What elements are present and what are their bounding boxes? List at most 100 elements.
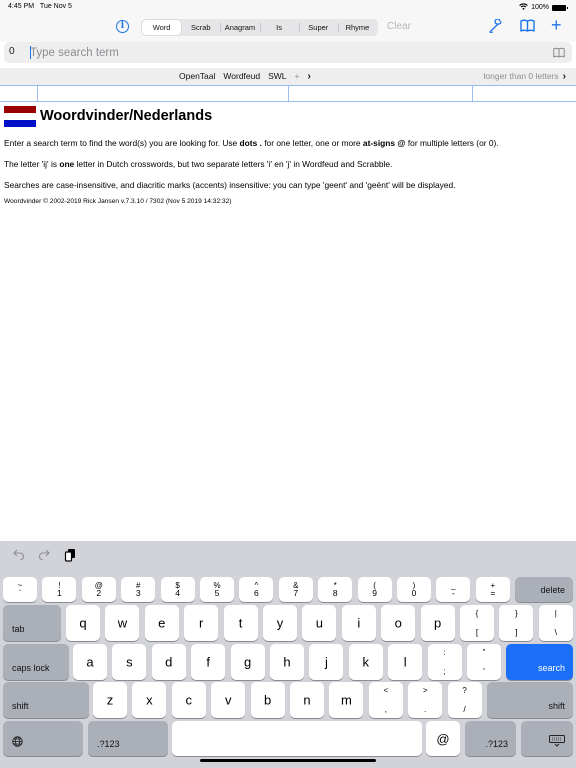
tab-key[interactable]: tab bbox=[3, 605, 61, 641]
segment-rhyme[interactable]: Rhyme bbox=[337, 20, 377, 35]
key-8[interactable]: * 8 bbox=[318, 577, 353, 602]
key-\[interactable]: | \ bbox=[538, 605, 573, 641]
key-x[interactable]: x bbox=[132, 682, 167, 718]
key-n[interactable]: n bbox=[290, 682, 324, 718]
key-t[interactable]: t bbox=[223, 605, 258, 641]
chevron-right-icon[interactable]: › bbox=[307, 71, 310, 81]
key-=[interactable]: + = bbox=[475, 577, 510, 602]
segment-is[interactable]: Is bbox=[259, 20, 299, 35]
segment-scrab[interactable]: Scrab bbox=[181, 20, 220, 35]
key-label: 1 bbox=[57, 588, 62, 598]
key-label: 9 bbox=[372, 588, 377, 598]
key-][interactable]: }] bbox=[499, 605, 534, 641]
key-q[interactable]: q bbox=[66, 605, 100, 641]
key-`[interactable]: ~ ` bbox=[3, 577, 37, 602]
list-opentaal[interactable]: OpenTaal bbox=[179, 71, 215, 81]
key-l[interactable]: l bbox=[388, 644, 423, 680]
key-j[interactable]: j bbox=[309, 644, 344, 680]
segment-anagram[interactable]: Anagram bbox=[220, 20, 259, 35]
key-p[interactable]: p bbox=[420, 605, 455, 641]
key-slash[interactable]: ? / bbox=[447, 682, 482, 718]
key-z[interactable]: z bbox=[93, 682, 127, 718]
key--[interactable]: _ - bbox=[436, 577, 471, 602]
search-input[interactable] bbox=[30, 44, 550, 61]
dictionary-icon[interactable] bbox=[553, 45, 566, 58]
numbers-label: .?123 bbox=[485, 739, 508, 749]
segment-super[interactable]: Super bbox=[298, 20, 338, 35]
redo-icon[interactable] bbox=[38, 549, 50, 563]
search-mode-segmented-control: Word Scrab Anagram Is Super Rhyme bbox=[141, 19, 378, 36]
globe-key[interactable] bbox=[3, 721, 83, 756]
shift-left-key[interactable]: shift bbox=[3, 682, 89, 718]
undo-icon[interactable] bbox=[13, 549, 25, 563]
key-6[interactable]: ^ 6 bbox=[239, 577, 274, 602]
key-o[interactable]: o bbox=[381, 605, 416, 641]
key-label: o bbox=[394, 615, 402, 631]
paste-icon[interactable] bbox=[64, 548, 76, 565]
key-u[interactable]: u bbox=[302, 605, 337, 641]
more-lists-button[interactable]: + bbox=[295, 71, 300, 81]
key-label: t bbox=[238, 615, 243, 631]
key-b[interactable]: b bbox=[250, 682, 285, 718]
plus-icon[interactable]: + bbox=[551, 16, 562, 34]
key-i[interactable]: i bbox=[341, 605, 376, 641]
key-comma[interactable]: <, bbox=[368, 682, 403, 718]
key-m[interactable]: m bbox=[329, 682, 364, 718]
key-a[interactable]: a bbox=[73, 644, 107, 680]
key-e[interactable]: e bbox=[144, 605, 179, 641]
list-wordfeud[interactable]: Wordfeud bbox=[223, 71, 260, 81]
key-k[interactable]: k bbox=[348, 644, 383, 680]
key-y[interactable]: y bbox=[263, 605, 297, 641]
key-semicolon[interactable]: :; bbox=[427, 644, 462, 680]
key-v[interactable]: v bbox=[211, 682, 246, 718]
space-key[interactable] bbox=[172, 721, 422, 756]
key-shift-label: | bbox=[554, 609, 557, 618]
key-f[interactable]: f bbox=[191, 644, 226, 680]
key-r[interactable]: r bbox=[184, 605, 219, 641]
at-label: @ bbox=[436, 731, 450, 746]
key-period[interactable]: >. bbox=[408, 682, 443, 718]
caps-lock-key[interactable]: caps lock bbox=[3, 644, 69, 680]
numbers-left-key[interactable]: .?123 bbox=[88, 721, 168, 756]
key-3[interactable]: #3 bbox=[121, 577, 156, 602]
key-label: d bbox=[165, 654, 173, 670]
book-icon[interactable] bbox=[520, 19, 535, 35]
key-shift-label: ? bbox=[462, 686, 467, 695]
keyboard-shortcuts-bar bbox=[0, 541, 576, 573]
info-circle-icon[interactable]: i bbox=[116, 20, 129, 33]
keyboard: ~ `! 1 @2 #3 $4% 5 ^ 6 & 7 * 8(9) 0 _ - + = delete tab q w e r t… bbox=[0, 541, 576, 768]
key-g[interactable]: g bbox=[230, 644, 265, 680]
search-key[interactable]: search bbox=[506, 644, 573, 680]
length-filter[interactable]: longer than 0 letters › bbox=[484, 71, 566, 81]
result-count: 0 bbox=[9, 46, 15, 57]
key-0[interactable]: ) 0 bbox=[397, 577, 431, 602]
list-swl[interactable]: SWL bbox=[268, 71, 286, 81]
key-c[interactable]: c bbox=[171, 682, 206, 718]
help-content: Woordvinder/Nederlands Enter a search te… bbox=[4, 104, 572, 205]
key-7[interactable]: & 7 bbox=[278, 577, 313, 602]
key-h[interactable]: h bbox=[270, 644, 304, 680]
key-d[interactable]: d bbox=[151, 644, 186, 680]
numbers-right-key[interactable]: .?123 bbox=[465, 721, 516, 756]
key-1[interactable]: ! 1 bbox=[42, 577, 77, 602]
wrench-icon[interactable] bbox=[489, 18, 503, 36]
key-5[interactable]: % 5 bbox=[200, 577, 234, 602]
key-label: 2 bbox=[96, 588, 102, 598]
key-label: c bbox=[185, 692, 193, 708]
key-2[interactable]: @2 bbox=[81, 577, 116, 602]
hide-keyboard-key[interactable] bbox=[521, 721, 573, 756]
segment-word[interactable]: Word bbox=[142, 20, 182, 35]
key-4[interactable]: $4 bbox=[160, 577, 195, 602]
length-filter-label: longer than 0 letters bbox=[483, 71, 559, 81]
shift-right-key[interactable]: shift bbox=[487, 682, 573, 718]
delete-key[interactable]: delete bbox=[515, 577, 573, 602]
key-9[interactable]: (9 bbox=[357, 577, 392, 602]
key-label: 4 bbox=[175, 588, 180, 598]
key-label: ] bbox=[515, 627, 518, 637]
key-w[interactable]: w bbox=[105, 605, 140, 641]
at-key[interactable]: @ bbox=[426, 721, 460, 756]
clear-button[interactable]: Clear bbox=[387, 21, 411, 32]
key-s[interactable]: s bbox=[112, 644, 147, 680]
key-[[interactable]: {[ bbox=[460, 605, 494, 641]
key-quote[interactable]: " ' bbox=[467, 644, 501, 680]
